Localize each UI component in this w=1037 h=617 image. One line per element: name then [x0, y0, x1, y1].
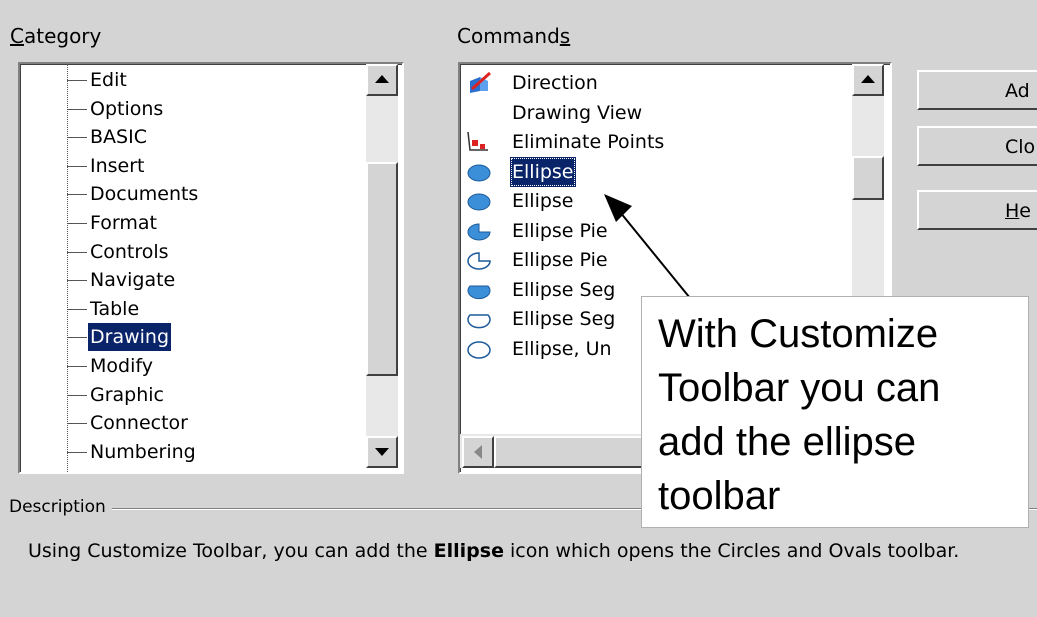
ellipse-pie-unfilled-icon — [467, 252, 491, 270]
command-item-label: Drawing View — [512, 101, 643, 124]
command-item-label: Ellipse — [510, 156, 576, 187]
description-text: Using Customize Toolbar, you can add the… — [28, 540, 960, 562]
ellipse-unfilled-icon — [467, 340, 491, 359]
command-item-label: Direction — [512, 72, 598, 94]
category-item[interactable]: Numbering — [20, 438, 360, 466]
tree-branch — [67, 137, 87, 139]
tree-branch — [67, 108, 87, 110]
tree-branch — [67, 280, 87, 282]
category-item-label: Navigate — [90, 269, 176, 292]
command-item[interactable]: Drawing View — [460, 98, 850, 128]
tree-branch — [67, 308, 87, 310]
commands-label: Commands — [457, 24, 571, 48]
help-button[interactable]: He — [917, 190, 1037, 230]
category-scrollbar[interactable] — [366, 64, 398, 468]
callout-box: With Customize Toolbar you can add the e… — [641, 296, 1029, 528]
ellipse-icon — [467, 164, 491, 181]
category-item[interactable]: Edit — [20, 66, 360, 94]
category-item-label: BASIC — [90, 126, 147, 149]
category-item[interactable]: Connector — [20, 409, 360, 437]
ellipse-icon — [467, 193, 491, 211]
left-arrow-icon — [474, 445, 482, 459]
tree-branch — [67, 337, 87, 339]
scroll-thumb[interactable] — [852, 156, 884, 200]
category-item[interactable]: Options — [20, 95, 360, 123]
up-arrow-icon — [375, 75, 389, 83]
tree-branch — [67, 194, 87, 196]
category-item[interactable]: Documents — [20, 180, 360, 208]
ellipse-segment-icon — [467, 285, 491, 299]
tree-branch — [67, 251, 87, 253]
category-item-label: Graphic — [90, 383, 165, 406]
category-item[interactable]: Insert — [20, 152, 360, 180]
tree-branch — [67, 80, 87, 81]
ellipse-pie-icon — [467, 222, 491, 240]
category-item-label: Edit — [90, 69, 127, 91]
tree-branch — [67, 451, 87, 453]
add-button[interactable]: Ad — [917, 70, 1037, 110]
category-item-label: Documents — [90, 183, 199, 206]
category-item-label: Modify — [90, 355, 153, 377]
category-item[interactable]: BASIC — [20, 123, 360, 151]
category-list[interactable]: Edit Options BASIC Insert Documents Format Con… — [18, 62, 404, 474]
down-arrow-icon — [375, 448, 389, 456]
tree-branch — [67, 223, 87, 224]
up-arrow-icon — [861, 75, 875, 83]
command-item[interactable]: Direction — [460, 68, 850, 98]
category-item-label: Connector — [90, 412, 188, 435]
scroll-left-button[interactable] — [462, 436, 494, 468]
category-item[interactable]: Drawing — [20, 323, 360, 352]
eliminate-points-icon — [467, 131, 488, 151]
direction-3d-icon — [470, 71, 491, 93]
category-item-label: Insert — [90, 154, 145, 177]
scroll-thumb[interactable] — [366, 162, 398, 376]
category-item-label: Table — [90, 297, 140, 320]
close-button[interactable]: Clo — [917, 126, 1037, 166]
category-item-label: Drawing — [88, 323, 172, 352]
category-item-label: Controls — [90, 240, 169, 263]
command-item-label: Ellipse — [512, 190, 574, 212]
category-item[interactable]: Table — [20, 295, 360, 323]
command-item-label: Eliminate Points — [512, 131, 665, 153]
tree-branch — [67, 394, 87, 396]
tree-branch — [67, 366, 87, 367]
tree-branch — [67, 165, 87, 167]
scroll-down-button[interactable] — [366, 436, 398, 468]
category-item[interactable]: Modify — [20, 352, 360, 380]
ellipse-segment-unfilled-icon — [467, 314, 491, 329]
category-item[interactable]: Controls — [20, 238, 360, 266]
tree-branch — [67, 423, 87, 425]
category-item[interactable]: Graphic — [20, 381, 360, 409]
command-item[interactable]: Eliminate Points — [460, 127, 850, 157]
category-item-label: Format — [90, 212, 157, 234]
hscroll-thumb[interactable] — [494, 436, 658, 468]
scroll-up-button[interactable] — [852, 64, 884, 96]
category-item-label: Numbering — [90, 440, 196, 463]
scroll-up-button[interactable] — [366, 64, 398, 96]
category-label: Category — [10, 24, 102, 48]
category-item-label: Options — [90, 97, 164, 120]
category-item[interactable]: Navigate — [20, 266, 360, 294]
description-label: Description — [9, 497, 112, 517]
category-item[interactable]: Format — [20, 209, 360, 237]
